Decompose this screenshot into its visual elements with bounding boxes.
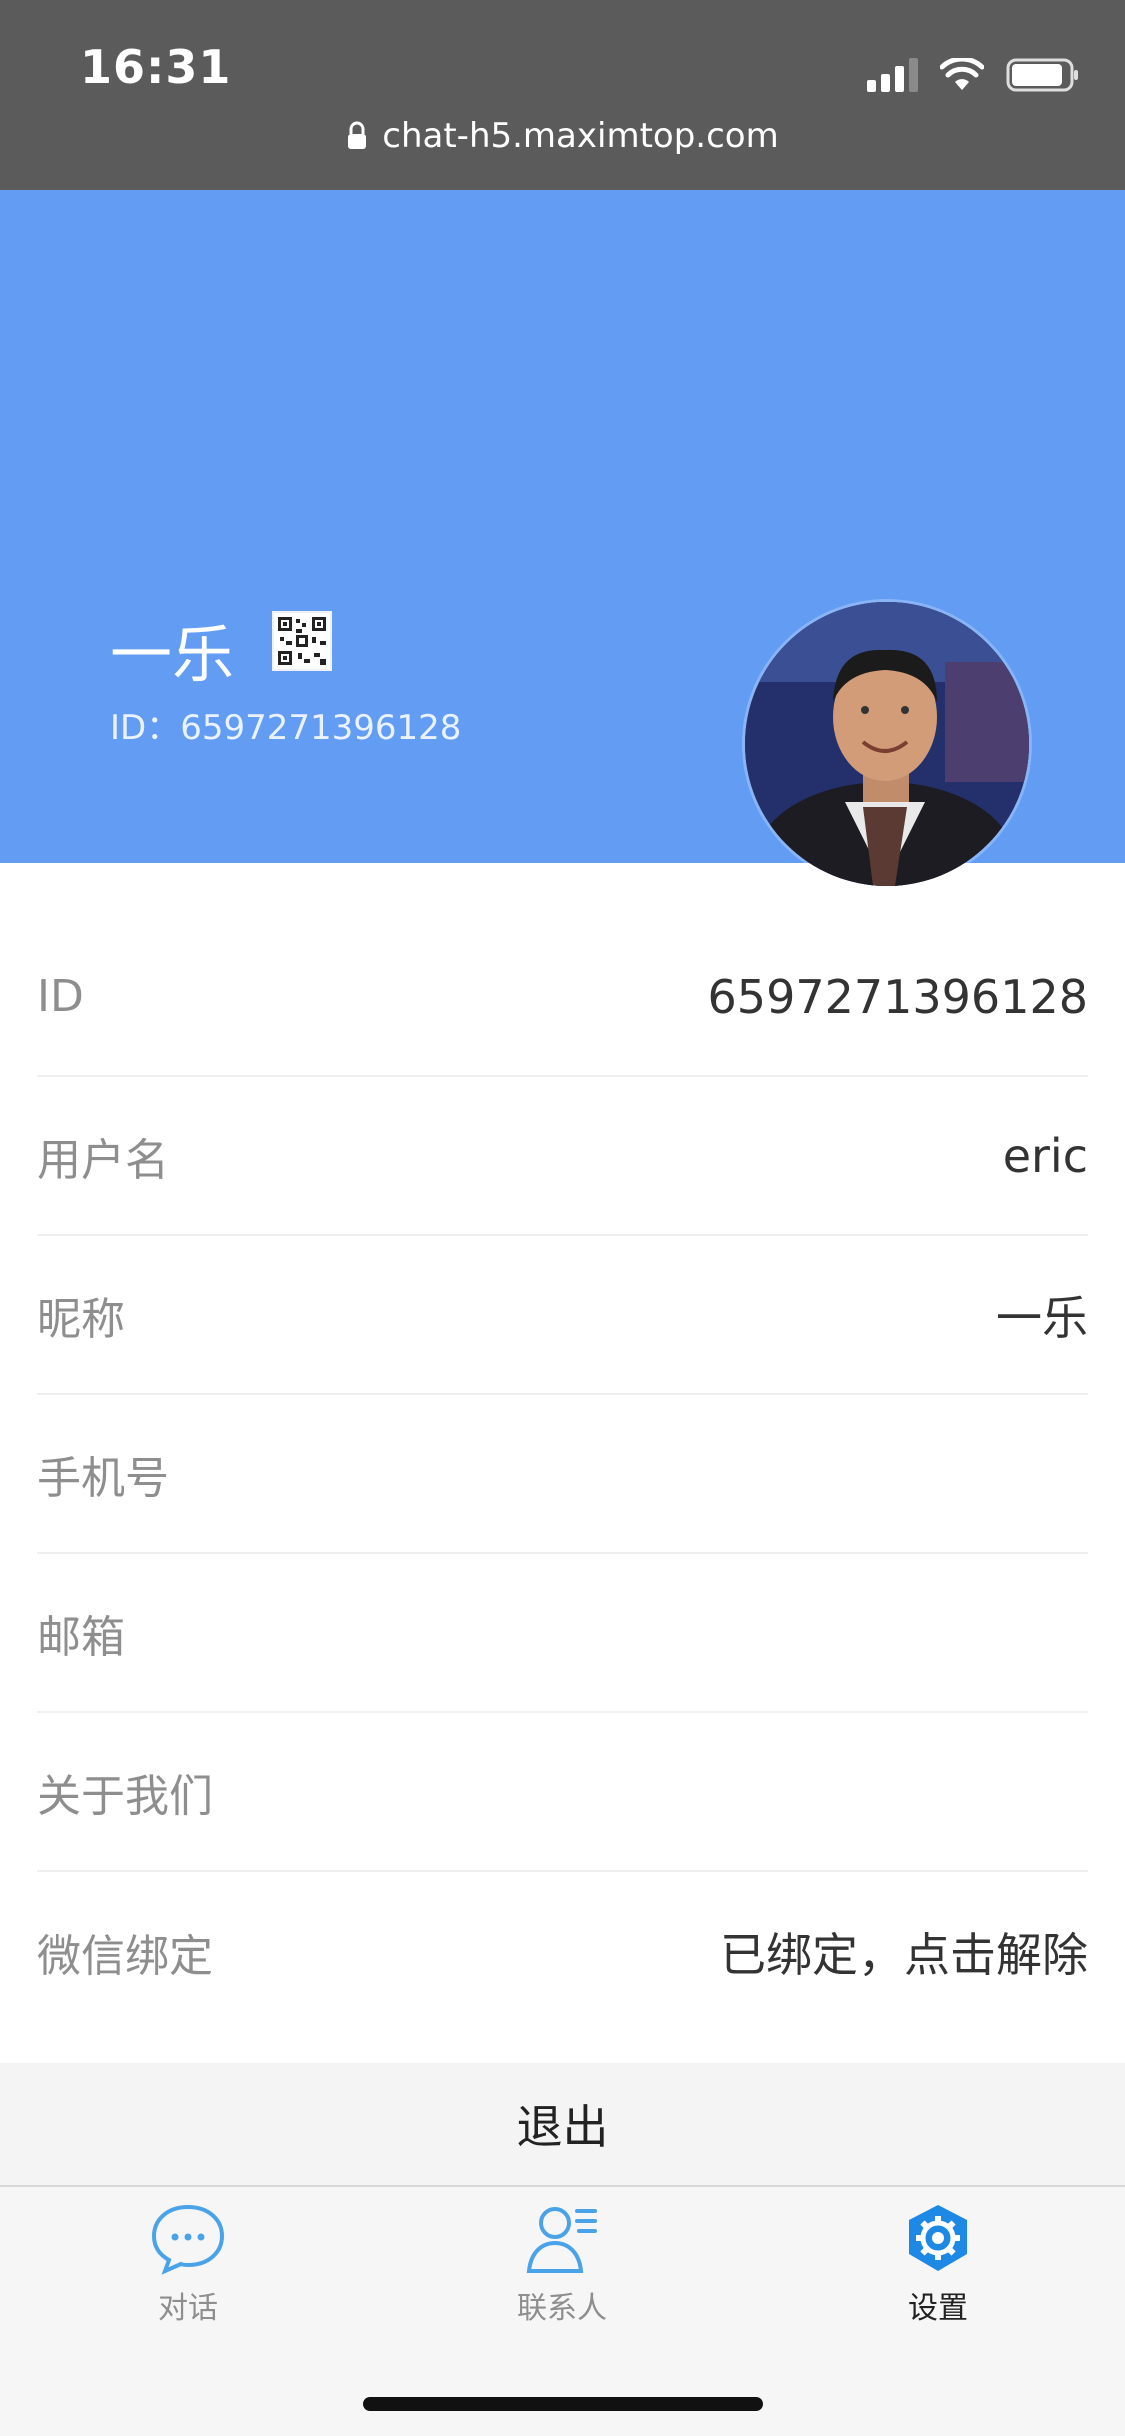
info-row-id: ID 6597271396128 xyxy=(37,918,1088,1077)
row-value: 已绑定，点击解除 xyxy=(720,1927,1088,1982)
home-indicator[interactable] xyxy=(363,2397,763,2411)
qr-code-graphic xyxy=(278,617,326,665)
settings-gear-icon xyxy=(909,2205,967,2271)
row-value: 6597271396128 xyxy=(707,969,1088,1024)
tab-label: 联系人 xyxy=(517,2291,607,2326)
profile-id-text: ID：6597271396128 xyxy=(110,708,462,748)
url-text: chat-h5.maximtop.com xyxy=(382,116,779,156)
info-row-username[interactable]: 用户名 eric xyxy=(37,1077,1088,1236)
info-row-email[interactable]: 邮箱 xyxy=(37,1554,1088,1713)
tab-chat[interactable]: 对话 xyxy=(88,2203,288,2327)
row-label: 邮箱 xyxy=(37,1611,125,1663)
info-row-nickname[interactable]: 昵称 一乐 xyxy=(37,1236,1088,1395)
browser-status-bar: 16:31 chat-h5.maximtop.com xyxy=(0,0,1125,190)
url-bar[interactable]: chat-h5.maximtop.com xyxy=(0,116,1125,156)
avatar-photo xyxy=(745,602,1029,886)
status-time: 16:31 xyxy=(80,40,232,94)
battery-icon xyxy=(1006,58,1078,92)
lock-icon xyxy=(348,121,367,149)
row-label: ID xyxy=(37,971,84,1022)
row-label: 昵称 xyxy=(37,1293,125,1345)
profile-info-list: ID 6597271396128 用户名 eric 昵称 一乐 手机号 邮箱 关… xyxy=(37,918,1088,2031)
info-row-phone[interactable]: 手机号 xyxy=(37,1395,1088,1554)
tab-settings[interactable]: 设置 xyxy=(838,2203,1038,2327)
row-label: 微信绑定 xyxy=(37,1930,213,1982)
info-row-wechat-binding[interactable]: 微信绑定 已绑定，点击解除 xyxy=(37,1872,1088,2031)
tab-label: 设置 xyxy=(908,2291,968,2326)
row-value: eric xyxy=(1002,1128,1088,1183)
info-row-about-us[interactable]: 关于我们 xyxy=(37,1713,1088,1872)
contacts-icon xyxy=(526,2207,597,2273)
tab-label: 对话 xyxy=(158,2291,218,2326)
tab-contacts[interactable]: 联系人 xyxy=(462,2203,662,2327)
status-icons xyxy=(867,48,1080,92)
avatar[interactable] xyxy=(745,602,1029,886)
cellular-signal-icon xyxy=(867,58,918,92)
profile-nickname: 一乐 xyxy=(110,618,235,691)
row-label: 用户名 xyxy=(37,1134,169,1186)
row-label: 手机号 xyxy=(37,1452,169,1504)
logout-button[interactable]: 退出 xyxy=(0,2063,1125,2187)
chat-bubble-icon xyxy=(151,2204,225,2275)
wifi-icon xyxy=(940,58,984,90)
qr-code-icon[interactable] xyxy=(272,611,332,671)
row-label: 关于我们 xyxy=(37,1770,213,1822)
row-value: 一乐 xyxy=(996,1290,1088,1345)
